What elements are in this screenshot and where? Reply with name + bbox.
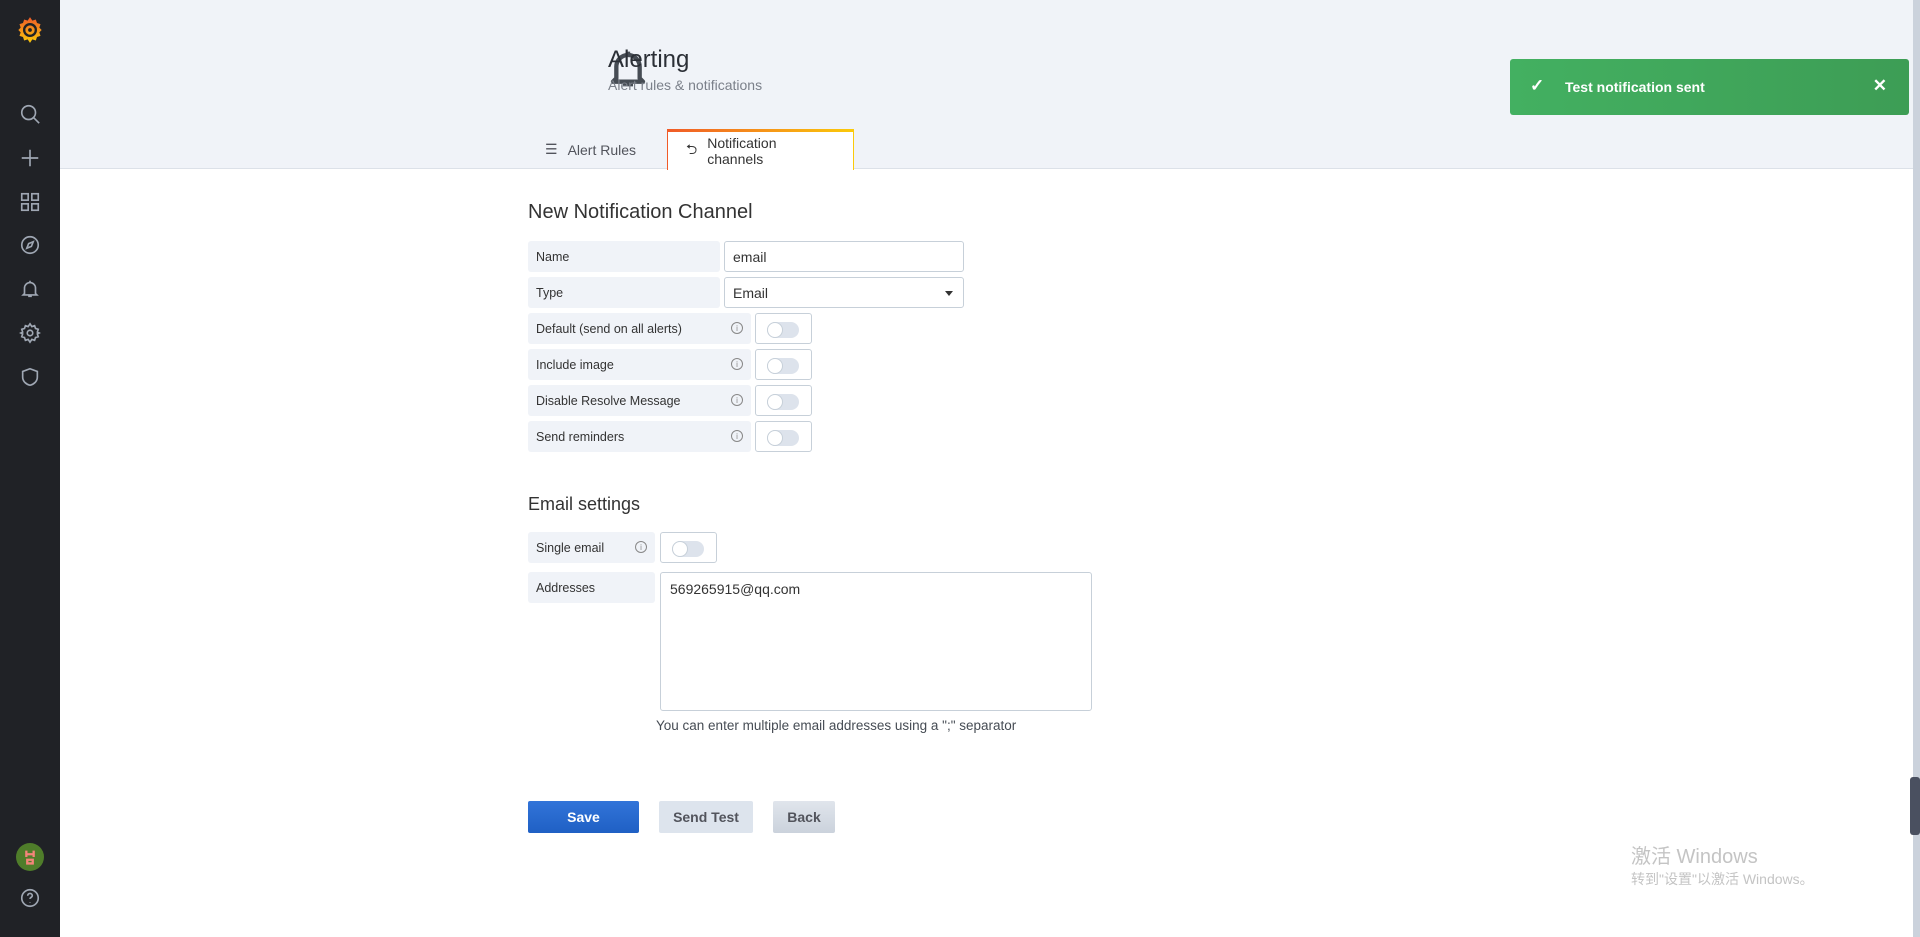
help-icon[interactable] — [18, 886, 42, 910]
back-button[interactable]: Back — [773, 801, 835, 833]
label-text: Send reminders — [536, 429, 625, 444]
search-icon[interactable] — [18, 102, 42, 126]
default-toggle[interactable] — [755, 313, 812, 344]
send-reminders-toggle[interactable] — [755, 421, 812, 452]
label-text: Include image — [536, 357, 614, 372]
info-icon[interactable]: i — [731, 322, 743, 334]
list-icon: ☰ — [545, 141, 558, 157]
name-input[interactable]: email — [724, 241, 964, 272]
toast-success: ✓ Test notification sent ✕ — [1510, 59, 1909, 115]
include-image-toggle[interactable] — [755, 349, 812, 380]
info-icon[interactable]: i — [731, 394, 743, 406]
compass-icon[interactable] — [18, 233, 42, 257]
channels-icon: ⮌ — [686, 141, 698, 157]
toast-text: Test notification sent — [1565, 79, 1705, 95]
avatar[interactable] — [16, 843, 44, 871]
addresses-textarea[interactable]: 569265915@qq.com — [660, 572, 1092, 711]
watermark-line2: 转到"设置"以激活 Windows。 — [1631, 871, 1814, 887]
plus-icon[interactable] — [18, 146, 42, 170]
close-icon[interactable]: ✕ — [1873, 76, 1887, 96]
side-widget — [1910, 777, 1920, 835]
info-icon[interactable]: i — [635, 541, 647, 553]
label-text: Default (send on all alerts) — [536, 321, 682, 336]
type-label: Type — [528, 277, 720, 308]
tab-notification-channels[interactable]: ⮌ Notification channels — [667, 129, 854, 170]
type-select[interactable]: Email — [724, 277, 964, 308]
send-test-button[interactable]: Send Test — [659, 801, 753, 833]
info-icon[interactable]: i — [731, 430, 743, 442]
page-subtitle: Alert rules & notifications — [608, 77, 763, 93]
dashboards-icon[interactable] — [18, 190, 42, 214]
include-image-label: Include image i — [528, 349, 751, 380]
tab-label: Alert Rules — [567, 141, 637, 158]
bell-icon[interactable] — [18, 277, 42, 301]
disable-resolve-label: Disable Resolve Message i — [528, 385, 751, 416]
name-label: Name — [528, 241, 720, 272]
save-button[interactable]: Save — [528, 801, 639, 833]
email-settings-heading: Email settings — [528, 494, 641, 514]
default-label: Default (send on all alerts) i — [528, 313, 751, 344]
label-text: Disable Resolve Message — [536, 393, 681, 408]
send-reminders-label: Send reminders i — [528, 421, 751, 452]
addresses-help: You can enter multiple email addresses u… — [656, 718, 1017, 733]
info-icon[interactable]: i — [731, 358, 743, 370]
tab-label: Notification channels — [707, 135, 777, 167]
shield-icon[interactable] — [18, 365, 42, 389]
addresses-label: Addresses — [528, 572, 655, 603]
gear-icon[interactable] — [18, 321, 42, 345]
check-icon: ✓ — [1530, 76, 1545, 95]
page-title: Alerting — [608, 46, 690, 73]
label-text: Single email — [536, 540, 605, 555]
type-value: Email — [733, 284, 769, 301]
grafana-logo-icon[interactable] — [16, 16, 44, 44]
disable-resolve-toggle[interactable] — [755, 385, 812, 416]
sidebar — [0, 0, 60, 937]
watermark-line1: 激活 Windows — [1631, 846, 1758, 868]
form-heading: New Notification Channel — [528, 201, 753, 223]
single-email-toggle[interactable] — [660, 532, 717, 563]
single-email-label: Single email i — [528, 532, 655, 563]
caret-down-icon — [945, 291, 953, 300]
tab-alert-rules[interactable]: ☰ Alert Rules — [527, 129, 654, 170]
